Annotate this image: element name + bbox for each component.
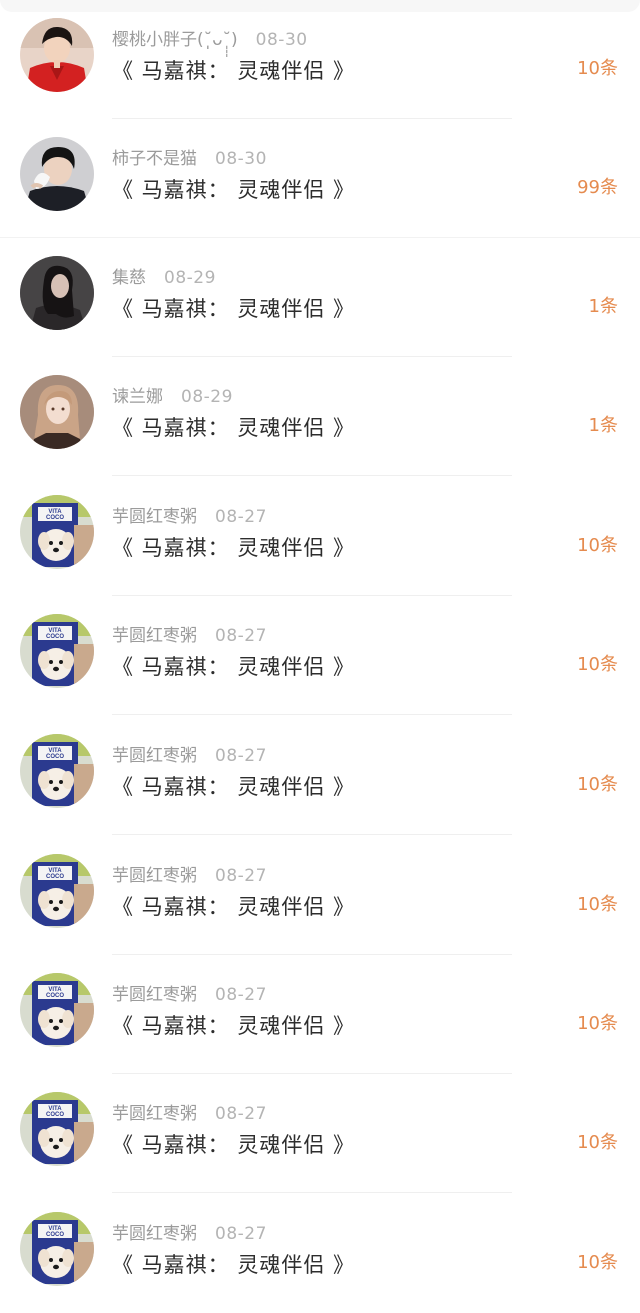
list-item[interactable]: VITA COCO 芋圆红枣粥 08-27 《 马嘉祺： 灵魂伴侣 》 10条: [0, 1194, 640, 1313]
divider: [112, 834, 512, 835]
svg-text:COCO: COCO: [46, 515, 64, 521]
avatar[interactable]: VITA COCO: [20, 1092, 94, 1166]
list-item[interactable]: VITA COCO 芋圆红枣粥 08-27 《 马嘉祺： 灵魂伴侣 》 10条: [0, 955, 640, 1074]
count-badge: 99条: [577, 177, 618, 198]
count-badge: 10条: [577, 1252, 618, 1273]
username[interactable]: 芋圆红枣粥: [112, 985, 197, 1005]
date: 08-27: [215, 507, 267, 527]
count-badge: 10条: [577, 58, 618, 79]
item-title[interactable]: 《 马嘉祺： 灵魂伴侣 》: [112, 175, 355, 205]
item-title[interactable]: 《 马嘉祺： 灵魂伴侣 》: [112, 772, 355, 802]
divider: [112, 475, 512, 476]
avatar[interactable]: VITA COCO: [20, 973, 94, 1047]
item-meta: 柿子不是猫 08-30: [112, 147, 267, 171]
item-meta: 芋圆红枣粥 08-27: [112, 864, 267, 888]
avatar[interactable]: [20, 137, 94, 211]
list-item[interactable]: 樱桃小胖子(˘̩̩̩ᴗ˘̩̩̩) 08-30 《 马嘉祺： 灵魂伴侣 》 10条: [0, 0, 640, 119]
avatar[interactable]: VITA COCO: [20, 495, 94, 569]
svg-text:COCO: COCO: [46, 1112, 64, 1118]
list-item[interactable]: 柿子不是猫 08-30 《 马嘉祺： 灵魂伴侣 》 99条: [0, 119, 640, 238]
item-meta: 谏兰娜 08-29: [112, 385, 233, 409]
avatar[interactable]: VITA COCO: [20, 854, 94, 928]
item-title[interactable]: 《 马嘉祺： 灵魂伴侣 》: [112, 1130, 355, 1160]
item-title[interactable]: 《 马嘉祺： 灵魂伴侣 》: [112, 533, 355, 563]
count-badge: 1条: [588, 296, 618, 317]
item-title[interactable]: 《 马嘉祺： 灵魂伴侣 》: [112, 1250, 355, 1280]
item-meta: 芋圆红枣粥 08-27: [112, 1222, 267, 1246]
item-meta: 芋圆红枣粥 08-27: [112, 1102, 267, 1126]
username[interactable]: 集慈: [112, 268, 146, 288]
avatar[interactable]: VITA COCO: [20, 734, 94, 808]
item-title[interactable]: 《 马嘉祺： 灵魂伴侣 》: [112, 652, 355, 682]
list-item[interactable]: 集慈 08-29 《 马嘉祺： 灵魂伴侣 》 1条: [0, 238, 640, 357]
avatar[interactable]: VITA COCO: [20, 1212, 94, 1286]
date: 08-27: [215, 866, 267, 886]
item-meta: 芋圆红枣粥 08-27: [112, 505, 267, 529]
username[interactable]: 芋圆红枣粥: [112, 1104, 197, 1124]
date: 08-27: [215, 1104, 267, 1124]
username[interactable]: 樱桃小胖子(˘̩̩̩ᴗ˘̩̩̩): [112, 30, 238, 50]
item-meta: 芋圆红枣粥 08-27: [112, 624, 267, 648]
list-item[interactable]: VITA COCO 芋圆红枣粥 08-27 《 马嘉祺： 灵魂伴侣 》 10条: [0, 836, 640, 955]
item-title[interactable]: 《 马嘉祺： 灵魂伴侣 》: [112, 413, 355, 443]
item-meta: 樱桃小胖子(˘̩̩̩ᴗ˘̩̩̩) 08-30: [112, 28, 308, 52]
date: 08-27: [215, 985, 267, 1005]
avatar[interactable]: VITA COCO: [20, 614, 94, 688]
count-badge: 10条: [577, 1132, 618, 1153]
date: 08-27: [215, 1224, 267, 1244]
count-badge: 1条: [588, 415, 618, 436]
list-item[interactable]: VITA COCO 芋圆红枣粥 08-27 《 马嘉祺： 灵魂伴侣 》 10条: [0, 716, 640, 835]
svg-text:COCO: COCO: [46, 634, 64, 640]
count-badge: 10条: [577, 654, 618, 675]
item-meta: 集慈 08-29: [112, 266, 216, 290]
svg-text:COCO: COCO: [46, 1232, 64, 1238]
username[interactable]: 谏兰娜: [112, 387, 163, 407]
date: 08-30: [255, 30, 308, 50]
item-title[interactable]: 《 马嘉祺： 灵魂伴侣 》: [112, 892, 355, 922]
item-title[interactable]: 《 马嘉祺： 灵魂伴侣 》: [112, 56, 355, 86]
list-item[interactable]: VITA COCO 芋圆红枣粥 08-27 《 马嘉祺： 灵魂伴侣 》 10条: [0, 596, 640, 715]
comment-list: 樱桃小胖子(˘̩̩̩ᴗ˘̩̩̩) 08-30 《 马嘉祺： 灵魂伴侣 》 10条 …: [0, 0, 640, 1303]
username[interactable]: 柿子不是猫: [112, 149, 197, 169]
list-item[interactable]: 谏兰娜 08-29 《 马嘉祺： 灵魂伴侣 》 1条: [0, 357, 640, 476]
svg-text:COCO: COCO: [46, 754, 64, 760]
count-badge: 10条: [577, 774, 618, 795]
avatar[interactable]: [20, 375, 94, 449]
username[interactable]: 芋圆红枣粥: [112, 866, 197, 886]
list-item[interactable]: VITA COCO 芋圆红枣粥 08-27 《 马嘉祺： 灵魂伴侣 》 10条: [0, 1074, 640, 1193]
date: 08-30: [215, 149, 267, 169]
count-badge: 10条: [577, 894, 618, 915]
item-meta: 芋圆红枣粥 08-27: [112, 983, 267, 1007]
username[interactable]: 芋圆红枣粥: [112, 746, 197, 766]
item-title[interactable]: 《 马嘉祺： 灵魂伴侣 》: [112, 1011, 355, 1041]
item-title[interactable]: 《 马嘉祺： 灵魂伴侣 》: [112, 294, 355, 324]
divider: [112, 714, 512, 715]
date: 08-27: [215, 746, 267, 766]
list-item[interactable]: VITA COCO 芋圆红枣粥 08-27 《 马嘉祺： 灵魂伴侣 》 10条: [0, 477, 640, 596]
date: 08-27: [215, 626, 267, 646]
username[interactable]: 芋圆红枣粥: [112, 507, 197, 527]
divider: [112, 1192, 512, 1193]
date: 08-29: [164, 268, 216, 288]
avatar[interactable]: [20, 18, 94, 92]
svg-text:COCO: COCO: [46, 874, 64, 880]
username[interactable]: 芋圆红枣粥: [112, 626, 197, 646]
svg-text:COCO: COCO: [46, 993, 64, 999]
username[interactable]: 芋圆红枣粥: [112, 1224, 197, 1244]
avatar[interactable]: [20, 256, 94, 330]
date: 08-29: [181, 387, 233, 407]
count-badge: 10条: [577, 1013, 618, 1034]
item-meta: 芋圆红枣粥 08-27: [112, 744, 267, 768]
count-badge: 10条: [577, 535, 618, 556]
